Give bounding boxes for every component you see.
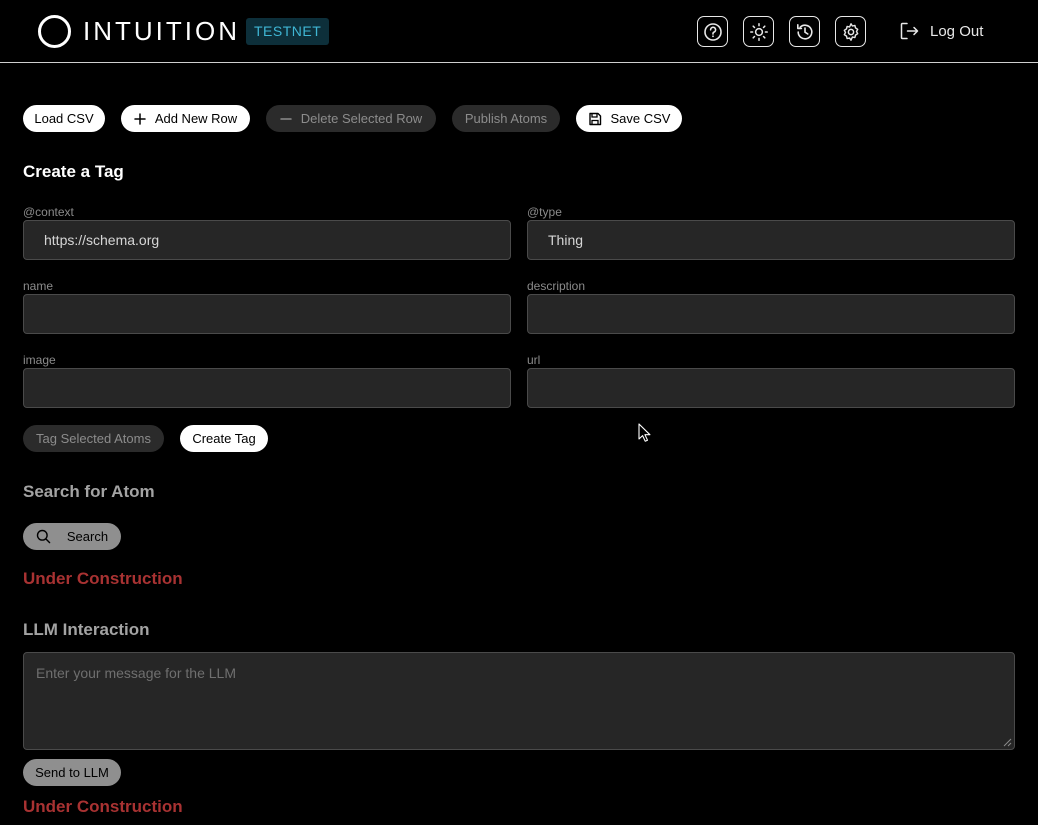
name-input[interactable] [23,294,511,334]
create-tag-label: Create Tag [192,431,256,446]
help-icon [703,22,722,41]
delete-selected-row-button[interactable]: Delete Selected Row [266,105,436,132]
history-icon [796,23,813,40]
description-input[interactable] [527,294,1015,334]
logout-icon [900,22,919,40]
mouse-pointer-icon [638,423,651,442]
description-label: description [527,279,586,293]
logo-text: INTUITION [83,16,240,46]
logo-ring-icon [38,15,71,48]
network-badge: TESTNET [246,18,330,45]
logout-label: Log Out [930,22,984,40]
llm-message-textarea[interactable]: Enter your message for the LLM [23,652,1015,750]
type-input[interactable]: Thing [527,220,1015,260]
create-tag-title: Create a Tag [23,162,124,181]
theme-toggle-button[interactable] [743,16,774,47]
top-header: INTUITION TESTNET Log Out [0,0,1038,63]
context-input[interactable]: https://schema.org [23,220,511,260]
search-label: Search [66,529,109,544]
intuition-logo[interactable]: INTUITION [38,15,240,48]
llm-interaction-title: LLM Interaction [23,620,150,639]
llm-status-text: Under Construction [23,797,183,816]
name-label: name [23,279,54,293]
search-status-text: Under Construction [23,569,183,588]
theme-sun-icon [749,22,768,41]
settings-gear-icon [843,22,858,41]
save-csv-label: Save CSV [610,111,671,126]
help-button[interactable] [697,16,728,47]
tag-selected-atoms-label: Tag Selected Atoms [36,431,151,446]
add-new-row-button[interactable]: Add New Row [121,105,250,132]
send-to-llm-button[interactable]: Send to LLM [23,759,121,786]
load-csv-button[interactable]: Load CSV [23,105,105,132]
publish-atoms-button[interactable]: Publish Atoms [452,105,560,132]
tag-selected-atoms-button[interactable]: Tag Selected Atoms [23,425,164,452]
url-label: url [527,353,541,367]
search-atom-title: Search for Atom [23,482,155,501]
image-input[interactable] [23,368,511,408]
load-csv-label: Load CSV [34,111,94,126]
save-csv-button[interactable]: Save CSV [576,105,682,132]
context-label: @context [23,205,74,219]
history-button[interactable] [789,16,820,47]
type-label: @type [527,205,562,219]
llm-message-placeholder: Enter your message for the LLM [36,665,236,681]
plus-icon [134,112,146,125]
url-input[interactable] [527,368,1015,408]
create-tag-button[interactable]: Create Tag [180,425,268,452]
logout-button[interactable]: Log Out [899,21,983,41]
send-to-llm-label: Send to LLM [35,765,109,780]
search-icon [36,529,51,544]
resize-grip-icon[interactable] [1003,738,1012,747]
delete-selected-row-label: Delete Selected Row [300,111,423,126]
settings-button[interactable] [835,16,866,47]
image-label: image [23,353,56,367]
save-disk-icon [588,112,602,126]
minus-icon [280,113,292,125]
publish-atoms-label: Publish Atoms [464,111,548,126]
search-button[interactable]: Search [23,523,121,550]
add-new-row-label: Add New Row [154,111,238,126]
